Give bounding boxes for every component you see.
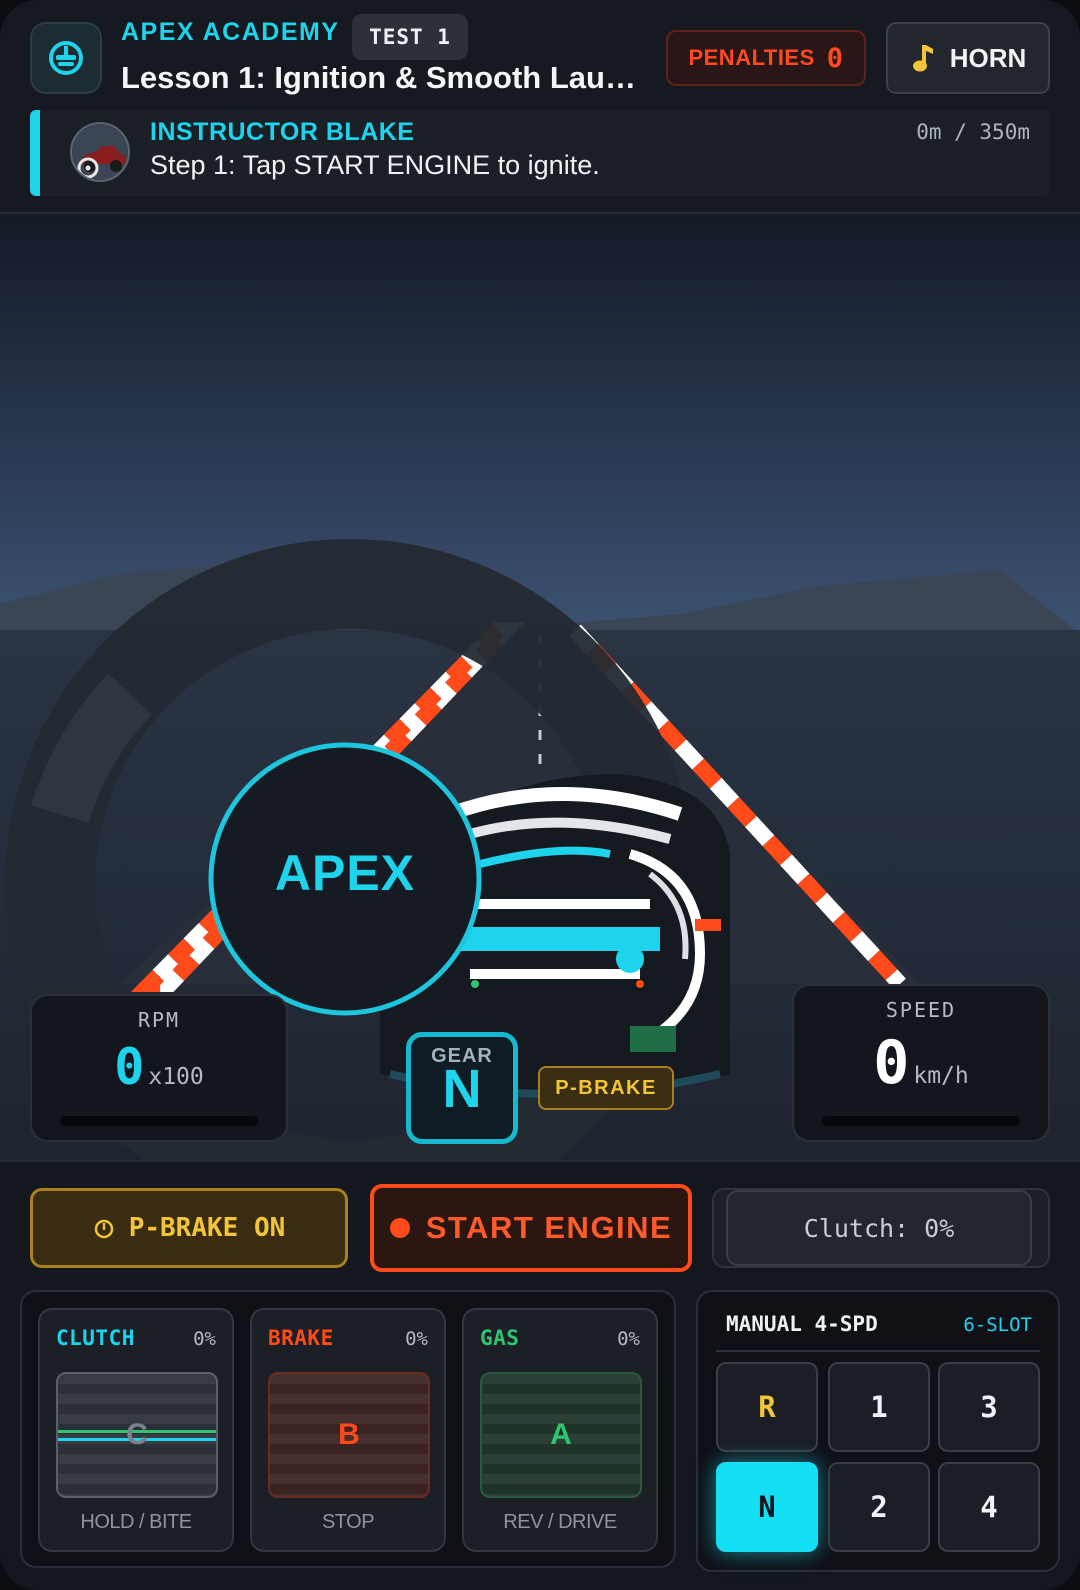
gas-pedal[interactable]: GAS 0% A REV / DRIVE: [462, 1308, 658, 1552]
clutch-pedal[interactable]: CLUTCH 0% C HOLD / BITE: [38, 1308, 234, 1552]
gear-button-n-selected[interactable]: N: [716, 1462, 818, 1552]
distance-progress: 0m / 350m: [916, 120, 1030, 144]
pedal-panel: CLUTCH 0% C HOLD / BITE BRAKE 0% B STOP …: [20, 1290, 676, 1568]
brake-pedal-name: BRAKE: [268, 1326, 334, 1350]
gas-hint: REV / DRIVE: [503, 1511, 617, 1533]
brake-key: B: [338, 1418, 360, 1451]
gear-button-4[interactable]: 4: [938, 1462, 1040, 1552]
gear-button-3[interactable]: 3: [938, 1362, 1040, 1452]
wheel-logo: APEX: [274, 845, 416, 901]
music-note-icon: [912, 45, 933, 72]
driving-view: APEX RPM 0 x100 SPEED 0 km/h GEAR N P-BRAK…: [0, 214, 1080, 1160]
menu-button[interactable]: [30, 22, 102, 94]
instructor-message: Step 1: Tap START ENGINE to ignite.: [150, 150, 600, 180]
clutch-pedal-percent: 0%: [193, 1328, 216, 1350]
speed-gauge: SPEED 0 km/h: [792, 984, 1050, 1142]
gearbox-title: MANUAL 4-SPD: [726, 1312, 878, 1336]
horn-button[interactable]: HORN: [886, 22, 1050, 94]
lesson-title: Lesson 1: Ignition & Smooth Launch: [121, 60, 651, 95]
gear-value: N: [442, 1059, 482, 1119]
instructor-name: INSTRUCTOR BLAKE: [150, 118, 415, 146]
speed-bar: [822, 1116, 1020, 1126]
rpm-unit: x100: [148, 1064, 204, 1090]
clutch-pedal-name: CLUTCH: [56, 1326, 135, 1350]
gear-indicator: GEAR N: [406, 1032, 518, 1144]
steering-wheel-icon: [49, 41, 83, 75]
gas-pad[interactable]: A: [480, 1372, 642, 1498]
brake-pedal[interactable]: BRAKE 0% B STOP: [250, 1308, 446, 1552]
clutch-pad[interactable]: C: [56, 1372, 218, 1498]
start-engine-label: START ENGINE: [425, 1210, 673, 1245]
gear-button-r[interactable]: R: [716, 1362, 818, 1452]
top-bar: APEX ACADEMY TEST 1 Lesson 1: Ignition &…: [0, 0, 1080, 214]
instructor-banner: INSTRUCTOR BLAKE Step 1: Tap START ENGIN…: [30, 110, 1050, 196]
gear-button-1[interactable]: 1: [828, 1362, 930, 1452]
horn-label: HORN: [949, 42, 1027, 73]
rpm-gauge: RPM 0 x100: [30, 994, 288, 1142]
test-badge: TEST 1: [352, 14, 468, 60]
brake-pad[interactable]: B: [268, 1372, 430, 1498]
parking-brake-button-label: P-BRAKE ON: [128, 1213, 286, 1243]
speed-unit: km/h: [913, 1063, 969, 1089]
clutch-hint: HOLD / BITE: [80, 1511, 192, 1533]
divider: [716, 1350, 1040, 1352]
clutch-readout: Clutch: 0%: [726, 1190, 1032, 1266]
gearbox-panel: MANUAL 4-SPD 6-SLOT R 1 3 N 2 4: [696, 1290, 1060, 1572]
gearbox-slot-label: 6-SLOT: [963, 1314, 1032, 1336]
penalties-counter: PENALTIES 0: [666, 30, 866, 86]
control-panel: P-BRAKE ON START ENGINE Clutch: 0% CLUTC…: [0, 1160, 1080, 1590]
parking-brake-indicator: P-BRAKE: [538, 1066, 674, 1110]
gear-button-2[interactable]: 2: [828, 1462, 930, 1552]
record-dot-icon: [389, 1218, 410, 1238]
penalties-value: 0: [826, 42, 844, 74]
instructor-avatar: [70, 122, 130, 182]
penalties-label: PENALTIES: [688, 45, 815, 70]
rpm-value: 0: [114, 1038, 145, 1096]
clutch-key: C: [126, 1418, 148, 1451]
speed-label: SPEED: [885, 998, 957, 1022]
clutch-readout-frame: Clutch: 0%: [712, 1188, 1050, 1268]
brake-pedal-percent: 0%: [405, 1328, 428, 1350]
start-engine-button[interactable]: START ENGINE: [370, 1184, 692, 1272]
speed-value: 0: [873, 1028, 910, 1098]
game-screen: APEX ACADEMY TEST 1 Lesson 1: Ignition &…: [0, 0, 1080, 1590]
gas-key: A: [550, 1418, 572, 1451]
rpm-bar: [60, 1116, 258, 1126]
brake-hint: STOP: [321, 1511, 375, 1533]
rpm-label: RPM: [137, 1008, 181, 1032]
gas-pedal-name: GAS: [480, 1326, 520, 1350]
parking-brake-button[interactable]: P-BRAKE ON: [30, 1188, 348, 1268]
power-icon: [94, 1219, 113, 1239]
gas-pedal-percent: 0%: [617, 1328, 640, 1350]
brand-title: APEX ACADEMY: [121, 18, 340, 46]
